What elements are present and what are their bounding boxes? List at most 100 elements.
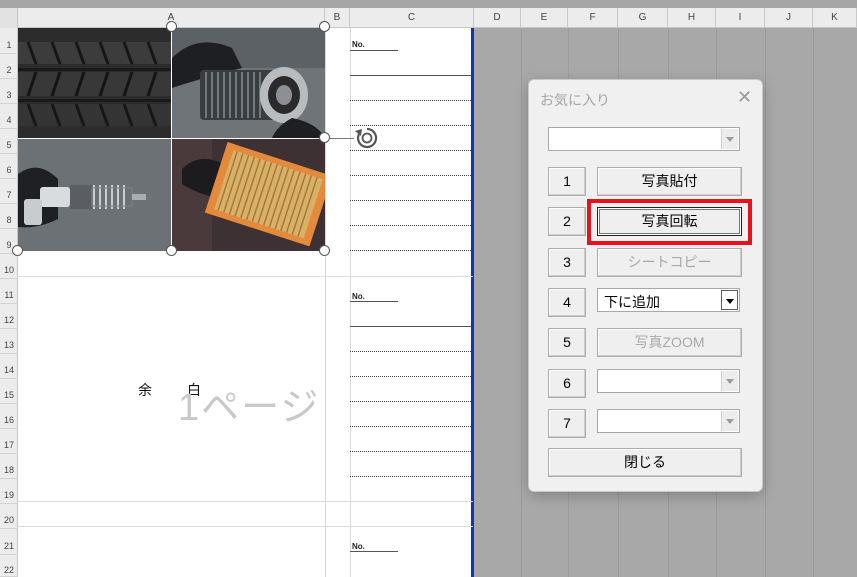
cell-border: [325, 501, 473, 502]
resize-handle-top-right[interactable]: [319, 21, 330, 32]
column-header-i[interactable]: I: [716, 8, 765, 28]
column-header-c[interactable]: C: [350, 8, 474, 28]
num-button-5[interactable]: 5: [548, 328, 586, 357]
dotted-line: [350, 250, 471, 251]
resize-handle-bottom-right[interactable]: [319, 245, 330, 256]
column-header-bar: A B C D E F G H I J K: [0, 8, 857, 28]
rotate-connector: [330, 138, 354, 139]
num-button-6[interactable]: 6: [548, 369, 586, 398]
ruled-line: [350, 326, 471, 327]
row-header-22[interactable]: 22: [0, 555, 18, 577]
column-header-g[interactable]: G: [618, 8, 668, 28]
row-header-10[interactable]: 10: [0, 254, 18, 279]
row-header-4[interactable]: 4: [0, 104, 18, 129]
page-number-watermark: 1ページ: [178, 387, 321, 429]
row-header-13[interactable]: 13: [0, 329, 18, 354]
close-icon[interactable]: ✕: [737, 88, 752, 106]
gridline: [765, 28, 766, 577]
row-header-3[interactable]: 3: [0, 79, 18, 104]
ruled-line: [350, 75, 471, 76]
air-filter-photo[interactable]: [172, 139, 325, 251]
cell-border: [325, 276, 473, 277]
resize-handle-bottom-left[interactable]: [12, 245, 23, 256]
air-filter-image: [172, 139, 325, 251]
dotted-line: [350, 451, 471, 452]
row-header-bar: 1 2 3 4 5 6 7 8 9 10 11 12 13 14 15 16 1…: [0, 28, 18, 577]
dotted-line: [350, 376, 471, 377]
row-header-1[interactable]: 1: [0, 28, 18, 54]
column-header-d[interactable]: D: [474, 8, 521, 28]
column-header-h[interactable]: H: [668, 8, 716, 28]
option-select-6[interactable]: [597, 369, 740, 393]
cell-border: [325, 526, 473, 527]
spark-plug-image: [18, 139, 171, 251]
select-all-corner[interactable]: [0, 8, 18, 28]
oil-filter-image: [172, 28, 325, 138]
num-button-3[interactable]: 3: [548, 248, 586, 277]
tire-image: [18, 28, 171, 138]
dotted-line: [350, 426, 471, 427]
gridline: [521, 28, 522, 577]
num-button-2[interactable]: 2: [548, 207, 586, 236]
num-button-4[interactable]: 4: [548, 288, 586, 317]
photo-zoom-button[interactable]: 写真ZOOM: [597, 328, 742, 357]
row-header-11[interactable]: 11: [0, 279, 18, 304]
gridline: [350, 28, 351, 577]
row-header-14[interactable]: 14: [0, 354, 18, 379]
photo-collage[interactable]: [18, 28, 325, 251]
row-header-7[interactable]: 7: [0, 179, 18, 204]
spark-plug-photo[interactable]: [18, 139, 171, 251]
dotted-line: [350, 225, 471, 226]
row-header-2[interactable]: 2: [0, 54, 18, 79]
chevron-down-icon[interactable]: [721, 129, 738, 149]
row-header-5[interactable]: 5: [0, 129, 18, 154]
chevron-down-icon[interactable]: [721, 290, 738, 310]
oil-filter-photo[interactable]: [172, 28, 325, 138]
row-header-16[interactable]: 16: [0, 404, 18, 429]
dialog-title: お気に入り: [540, 92, 610, 108]
no-underline: [350, 301, 398, 302]
photo-paste-button[interactable]: 写真貼付: [597, 167, 742, 196]
num-button-7[interactable]: 7: [548, 409, 586, 438]
gridline: [813, 28, 814, 577]
no-label: No.: [352, 542, 365, 551]
resize-handle-top[interactable]: [166, 21, 177, 32]
num-button-1[interactable]: 1: [548, 167, 586, 196]
row-header-19[interactable]: 19: [0, 479, 18, 504]
column-header-e[interactable]: E: [521, 8, 568, 28]
row-header-8[interactable]: 8: [0, 204, 18, 229]
cell-border: [18, 276, 325, 277]
memo-char: 余: [138, 382, 152, 398]
sheet-copy-button[interactable]: シートコピー: [597, 248, 742, 277]
resize-handle-right[interactable]: [319, 132, 330, 143]
rotate-handle[interactable]: [354, 125, 380, 158]
favorites-dialog[interactable]: お気に入り ✕ 1 写真貼付 2 写真回転 3 シートコピー 4 下に追加 5 …: [528, 79, 763, 492]
dotted-line: [350, 200, 471, 201]
dotted-line: [350, 351, 471, 352]
dotted-line: [350, 100, 471, 101]
row-header-12[interactable]: 12: [0, 304, 18, 329]
resize-handle-bottom[interactable]: [166, 245, 177, 256]
rotate-icon: [355, 127, 378, 149]
top-combobox[interactable]: [548, 127, 740, 151]
row-header-21[interactable]: 21: [0, 529, 18, 555]
tire-photo[interactable]: [18, 28, 171, 138]
column-header-j[interactable]: J: [765, 8, 813, 28]
no-underline: [350, 50, 398, 51]
row-header-18[interactable]: 18: [0, 454, 18, 479]
insert-position-select[interactable]: 下に追加: [597, 288, 740, 312]
option-select-7[interactable]: [597, 409, 740, 433]
close-dialog-button[interactable]: 閉じる: [548, 448, 742, 477]
column-header-k[interactable]: K: [813, 8, 857, 28]
chevron-down-icon[interactable]: [721, 411, 738, 431]
row-header-20[interactable]: 20: [0, 504, 18, 529]
row-header-17[interactable]: 17: [0, 429, 18, 454]
no-underline: [350, 551, 398, 552]
no-label: No.: [352, 292, 365, 301]
highlight-frame: [587, 199, 752, 245]
column-header-f[interactable]: F: [568, 8, 618, 28]
row-header-15[interactable]: 15: [0, 379, 18, 404]
cell-border: [18, 526, 325, 527]
row-header-6[interactable]: 6: [0, 154, 18, 179]
chevron-down-icon[interactable]: [721, 371, 738, 391]
